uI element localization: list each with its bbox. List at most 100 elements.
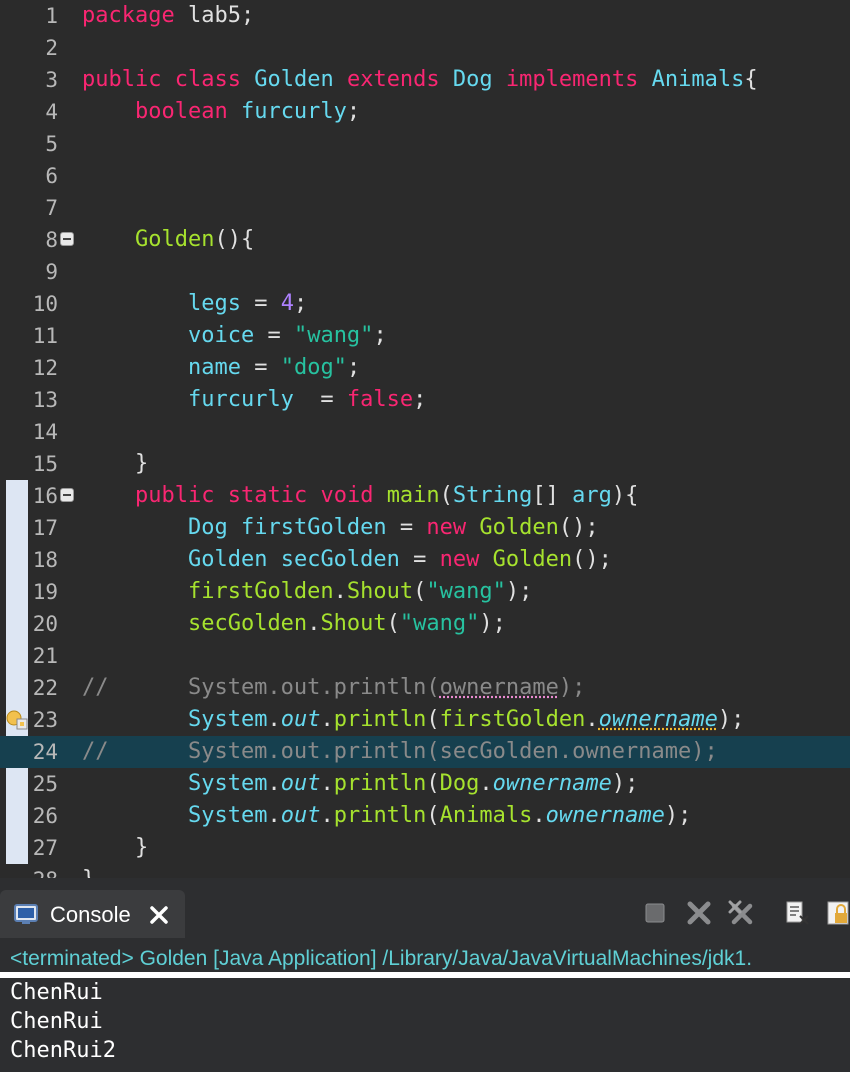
code-text: }	[82, 832, 148, 864]
code-token: (	[386, 611, 400, 636]
line-number: 24	[32, 740, 58, 764]
code-line[interactable]: 10 legs = 4;	[0, 288, 850, 320]
line-number: 22	[32, 676, 58, 700]
console-output-line: ChenRui2	[10, 1038, 116, 1063]
code-token: public	[134, 483, 215, 508]
code-line[interactable]: 1 package lab5;	[0, 0, 850, 32]
scroll-lock-icon[interactable]	[826, 900, 850, 926]
code-line[interactable]: 8 Golden(){	[0, 224, 850, 256]
tab-console[interactable]: Console	[0, 890, 185, 938]
code-line[interactable]: 24 // System.out.println(secGolden.ownern…	[0, 736, 850, 768]
line-number: 7	[45, 196, 58, 220]
code-token: .	[333, 579, 347, 604]
terminate-icon[interactable]	[642, 900, 668, 926]
code-token: void	[320, 483, 374, 508]
code-line[interactable]: 17 Dog firstGolden = new Golden();	[0, 512, 850, 544]
code-line[interactable]: 2	[0, 32, 850, 64]
code-text: Golden(){	[82, 224, 254, 256]
code-token: "dog"	[280, 355, 347, 380]
code-token: ownername	[492, 771, 612, 796]
code-token: ;	[373, 323, 387, 348]
code-editor[interactable]: 1 package lab5; 2 3 public class Golden exte…	[0, 0, 850, 878]
code-line[interactable]: 15 }	[0, 448, 850, 480]
warning-icon[interactable]	[6, 710, 28, 730]
close-icon[interactable]	[148, 904, 170, 926]
code-line[interactable]: 21	[0, 640, 850, 672]
console-view: Console <terminated> Golden [Java Applic…	[0, 878, 850, 1072]
code-token: ;	[346, 355, 361, 380]
code-line[interactable]: 3 public class Golden extends Dog impleme…	[0, 64, 850, 96]
code-line[interactable]: 23 System.out.println(firstGolden.ownern…	[0, 704, 850, 736]
code-token: false	[346, 387, 414, 412]
clear-console-icon[interactable]	[784, 900, 810, 926]
code-text: name = "dog";	[82, 352, 360, 384]
code-token: Animals	[651, 67, 745, 92]
code-line[interactable]: 6	[0, 160, 850, 192]
code-line[interactable]: 22 // System.out.println(ownername);	[0, 672, 850, 704]
console-tab-label: Console	[50, 902, 131, 927]
code-token: =	[240, 355, 281, 380]
code-token: .	[267, 771, 281, 796]
code-token: (	[426, 803, 440, 828]
code-line[interactable]: 7	[0, 192, 850, 224]
code-token: Shout	[320, 611, 387, 636]
code-line[interactable]: 20 secGolden.Shout("wang");	[0, 608, 850, 640]
line-number: 6	[45, 164, 58, 188]
code-token: .	[532, 803, 546, 828]
line-number: 13	[32, 388, 58, 412]
code-line[interactable]: 5	[0, 128, 850, 160]
line-number: 21	[32, 644, 58, 668]
code-line[interactable]: 11 voice = "wang";	[0, 320, 850, 352]
code-line[interactable]: 13 furcurly = false;	[0, 384, 850, 416]
code-text: System.out.println(Animals.ownername);	[82, 800, 691, 832]
code-line[interactable]: 26 System.out.println(Animals.ownername)…	[0, 800, 850, 832]
code-token: secGolden	[187, 611, 308, 636]
code-line[interactable]: 14	[0, 416, 850, 448]
code-token: );	[664, 803, 692, 828]
line-number: 26	[32, 804, 58, 828]
code-line[interactable]: 28}	[0, 864, 850, 878]
code-token: .	[267, 803, 281, 828]
code-token: =	[254, 323, 294, 348]
line-number: 19	[32, 580, 58, 604]
line-number: 8	[45, 228, 58, 252]
code-line[interactable]: 4 boolean furcurly;	[0, 96, 850, 128]
code-token: ownername	[598, 707, 718, 732]
code-line[interactable]: 12 name = "dog";	[0, 352, 850, 384]
line-number: 4	[45, 100, 58, 124]
code-token: (){	[214, 227, 255, 252]
code-token: boolean	[134, 99, 228, 124]
code-line[interactable]: 16 public static void main(String[] arg)…	[0, 480, 850, 512]
console-output[interactable]: ChenRui ChenRui ChenRui2	[0, 978, 850, 1072]
code-token: furcurly	[187, 387, 294, 412]
code-line[interactable]: 9	[0, 256, 850, 288]
code-token: package	[82, 3, 175, 28]
fold-collapse-icon[interactable]	[60, 488, 74, 502]
code-line[interactable]: 25 System.out.println(Dog.ownername);	[0, 768, 850, 800]
code-line[interactable]: 18 Golden secGolden = new Golden();	[0, 544, 850, 576]
code-token: System	[187, 803, 268, 828]
code-line[interactable]: 19 firstGolden.Shout("wang");	[0, 576, 850, 608]
fold-collapse-icon[interactable]	[60, 232, 74, 246]
code-line[interactable]: 27 }	[0, 832, 850, 864]
code-token: println	[333, 771, 427, 796]
remove-all-terminated-icon[interactable]	[728, 900, 754, 926]
line-number: 11	[32, 324, 58, 348]
code-text: legs = 4;	[82, 288, 307, 320]
code-token: .	[479, 771, 493, 796]
remove-launch-icon[interactable]	[686, 900, 712, 926]
code-token: // System.out.println(secGolden.ownernam…	[82, 739, 718, 764]
code-token: static	[227, 483, 308, 508]
line-number: 1	[45, 4, 58, 28]
